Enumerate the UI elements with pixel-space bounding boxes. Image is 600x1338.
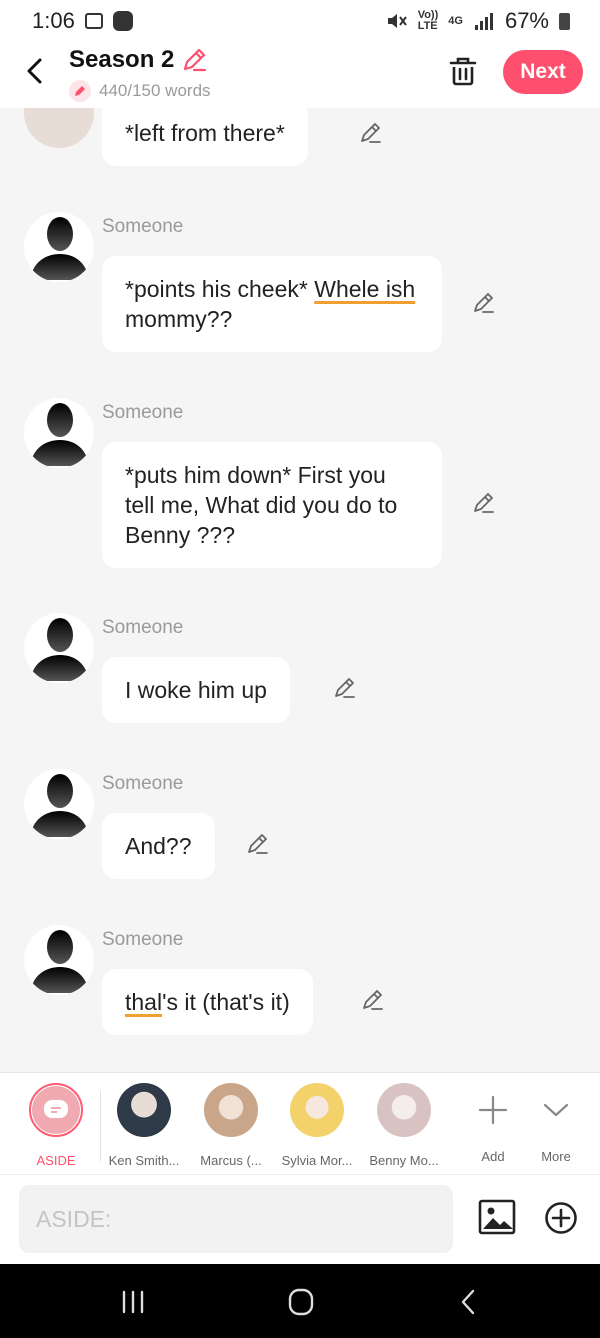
edit-message-icon[interactable] (471, 490, 497, 516)
message-bubble[interactable]: *puts him down* First you tell me, What … (102, 442, 442, 568)
next-button[interactable]: Next (503, 50, 583, 94)
character-label: Ken Smith... (108, 1153, 180, 1168)
character-bar: ASIDE Ken Smith... Marcus (... Sylvia Mo… (0, 1072, 600, 1174)
avatar[interactable] (24, 108, 94, 148)
avatar[interactable] (24, 925, 94, 995)
edit-title-icon[interactable] (180, 46, 208, 74)
message-text: And?? (125, 833, 192, 859)
aside-ring (29, 1083, 83, 1137)
recent-apps-icon[interactable] (118, 1288, 148, 1316)
edit-message-icon[interactable] (471, 290, 497, 316)
message-bubble[interactable]: *left from there* (102, 108, 308, 166)
avatar (204, 1083, 258, 1137)
misspelled-text: Whele ish (314, 276, 416, 302)
message-text-tail: 's it (that's it) (162, 989, 290, 1015)
trash-icon[interactable] (446, 54, 480, 88)
page-title[interactable]: Season 2 (69, 46, 208, 74)
chat-area[interactable]: *left from there* Someone *points his ch… (0, 108, 600, 1072)
battery-icon (559, 12, 570, 30)
more-label: More (541, 1149, 571, 1164)
message-text: *puts him down* First you tell me, What … (125, 462, 398, 548)
edit-message-icon[interactable] (245, 831, 271, 857)
avatar[interactable] (24, 613, 94, 683)
avatar[interactable] (24, 212, 94, 282)
header: Season 2 440/150 words Next (0, 42, 600, 108)
speaker-name: Someone (102, 929, 184, 950)
misspelled-text: thal (125, 989, 163, 1015)
input-area (0, 1174, 600, 1264)
character-marcus[interactable]: Marcus (... (186, 1083, 276, 1168)
speaker-name: Someone (102, 402, 184, 423)
app-notification-icon (112, 11, 133, 31)
character-sylvia[interactable]: Sylvia Mor... (272, 1083, 362, 1168)
status-left: 1:06 (32, 8, 133, 34)
mute-icon (387, 14, 407, 28)
system-nav-bar (0, 1264, 600, 1338)
network-type: 4G (448, 14, 463, 27)
avatar (117, 1083, 171, 1137)
speaker-name: Someone (102, 216, 184, 237)
edit-message-icon[interactable] (360, 987, 386, 1013)
character-label: Sylvia Mor... (281, 1153, 353, 1168)
battery-percent: 67% (504, 8, 549, 33)
status-bar: 1:06 Vo)) LTE 4G 67% (0, 0, 600, 42)
avatar (377, 1083, 431, 1137)
aside-avatar (32, 1086, 80, 1134)
message-bubble[interactable]: thal's it (that's it) (102, 969, 313, 1035)
status-time: 1:06 (32, 8, 75, 33)
message-bubble[interactable]: *points his cheek* Whele ish mommy?? (102, 256, 442, 352)
gallery-notification-icon (84, 13, 103, 29)
system-back-icon[interactable] (454, 1288, 484, 1316)
edit-message-icon[interactable] (358, 120, 384, 146)
avatar[interactable] (24, 398, 94, 468)
chevron-down-icon (543, 1103, 569, 1117)
character-benny[interactable]: Benny Mo... (359, 1083, 449, 1168)
more-button[interactable]: More (511, 1083, 600, 1164)
title-text: Season 2 (69, 46, 175, 73)
add-circle-icon[interactable] (544, 1201, 578, 1235)
character-ken-smith[interactable]: Ken Smith... (99, 1083, 189, 1168)
back-icon[interactable] (20, 56, 50, 86)
image-icon[interactable] (478, 1199, 516, 1235)
home-icon[interactable] (286, 1288, 316, 1316)
message-text: *left from there* (125, 120, 285, 146)
character-aside[interactable]: ASIDE (11, 1083, 101, 1168)
pencil-badge-icon (69, 80, 91, 102)
speaker-name: Someone (102, 773, 184, 794)
word-count: 440/150 words (69, 80, 211, 102)
message-text: *points his cheek* (125, 276, 315, 302)
speech-bubble-icon (44, 1100, 68, 1118)
speaker-name: Someone (102, 617, 184, 638)
character-label: ASIDE (36, 1153, 76, 1168)
lte-indicator: Vo)) LTE (417, 9, 439, 32)
signal-icon (474, 13, 493, 30)
message-text: I woke him up (125, 677, 267, 703)
avatar[interactable] (24, 769, 94, 839)
edit-message-icon[interactable] (332, 675, 358, 701)
character-label: Marcus (... (200, 1153, 262, 1168)
character-label: Benny Mo... (369, 1153, 439, 1168)
aside-input[interactable] (19, 1185, 453, 1253)
avatar (290, 1083, 344, 1137)
message-text-tail: mommy?? (125, 306, 233, 332)
message-bubble[interactable]: I woke him up (102, 657, 290, 723)
status-right: Vo)) LTE 4G 67% (386, 8, 570, 34)
message-bubble[interactable]: And?? (102, 813, 215, 879)
word-count-text: 440/150 words (99, 81, 211, 100)
